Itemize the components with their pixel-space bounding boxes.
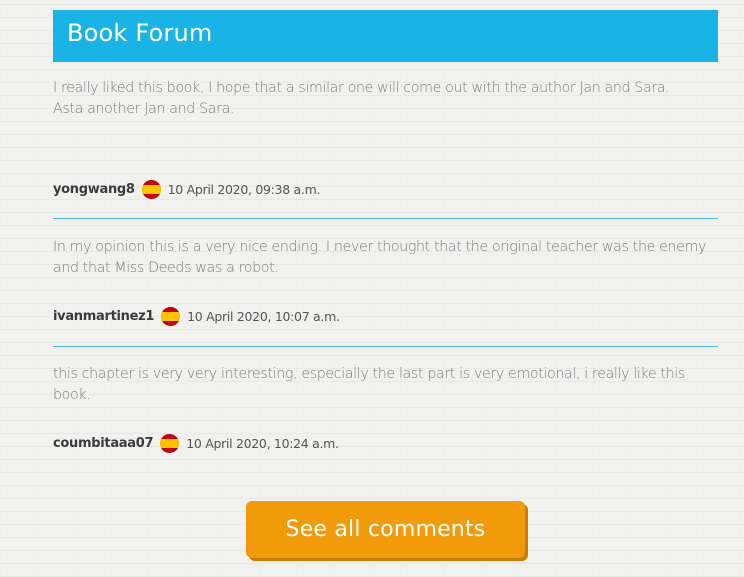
comment-text-line: Asta another Jan and Sara. (53, 101, 235, 117)
comment-text: this chapter is very very interesting, e… (53, 364, 718, 406)
comment-date: 10 April 2020, 09:38 a.m. (167, 181, 321, 197)
forum-title: Book Forum (67, 19, 213, 47)
comment-username[interactable]: coumbitaaa07 (53, 436, 154, 451)
comment-date: 10 April 2020, 10:24 a.m. (186, 435, 339, 451)
comment-meta: yongwang8 10 April 2020, 09:38 a.m. (53, 179, 320, 199)
comment-meta: coumbitaaa07 10 April 2020, 10:24 a.m. (53, 433, 339, 453)
comment-divider (53, 218, 718, 219)
comment-divider (53, 346, 718, 347)
spain-flag-icon (141, 179, 161, 199)
comment-text-line: In my opinion this is a very nice ending… (53, 239, 707, 276)
book-forum: Book Forum I really liked this book, I h… (0, 0, 744, 577)
comment-item: I really liked this book, I hope that a … (53, 78, 718, 199)
comment-username[interactable]: ivanmartinez1 (53, 309, 154, 324)
comment-date: 10 April 2020, 10:07 a.m. (187, 308, 340, 324)
spain-flag-icon (161, 306, 181, 326)
forum-header: Book Forum (53, 10, 718, 62)
comment-text: I really liked this book, I hope that a … (53, 78, 718, 120)
comment-text: In my opinion this is a very nice ending… (53, 237, 718, 279)
see-all-comments-button[interactable]: See all comments (246, 501, 525, 558)
comment-text-line: I really liked this book, I hope that a … (53, 80, 670, 96)
comment-text-line: this chapter is very very interesting, e… (53, 366, 685, 403)
comment-item: In my opinion this is a very nice ending… (53, 237, 718, 326)
comment-meta: ivanmartinez1 10 April 2020, 10:07 a.m. (53, 306, 340, 326)
spain-flag-icon (160, 433, 180, 453)
comment-item: this chapter is very very interesting, e… (53, 364, 718, 453)
comment-username[interactable]: yongwang8 (53, 182, 135, 197)
